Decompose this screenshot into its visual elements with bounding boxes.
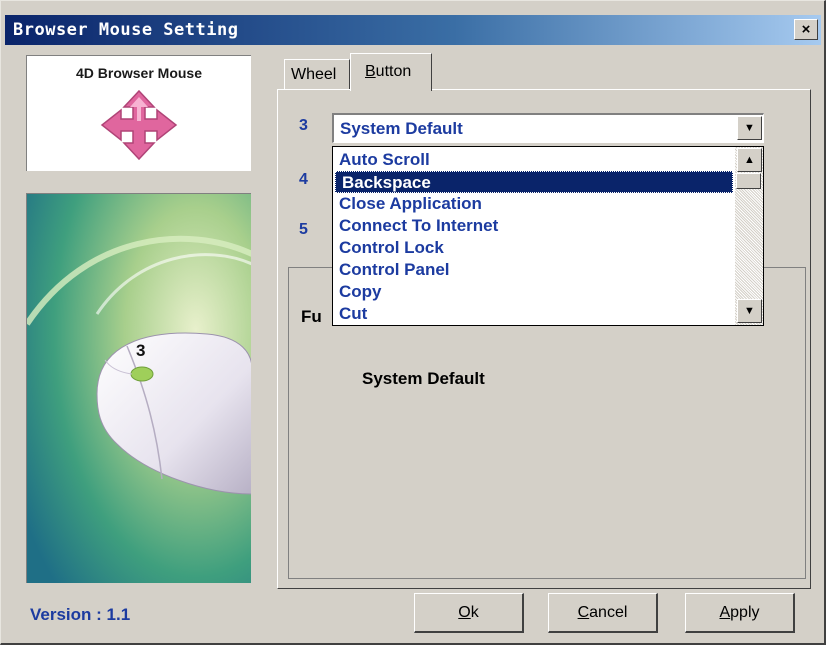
scroll-down-button[interactable]: ▼ <box>737 299 762 323</box>
scroll-up-button[interactable]: ▲ <box>737 148 762 172</box>
ok-button[interactable]: Ok <box>414 593 524 633</box>
dialog-window: Browser Mouse Setting × 4D Browser Mouse <box>0 0 826 645</box>
version-label: Version : 1.1 <box>30 605 131 624</box>
mouse-illustration: 3 <box>26 193 251 583</box>
chevron-up-icon: ▲ <box>744 154 755 166</box>
ok-label: k <box>470 603 479 621</box>
tab-wheel-label: Wheel <box>291 66 337 83</box>
four-way-arrow-icon <box>100 89 178 161</box>
list-item[interactable]: Copy <box>333 281 733 303</box>
list-scrollbar[interactable]: ▲ ▼ <box>735 147 763 325</box>
cancel-button[interactable]: Cancel <box>548 593 658 633</box>
combo-dropdown-button[interactable]: ▼ <box>737 116 762 140</box>
close-button[interactable]: × <box>794 19 818 40</box>
mouse-picture: 3 <box>27 194 251 583</box>
tab-button-label: utton <box>375 63 412 80</box>
window-title: Browser Mouse Setting <box>13 20 239 40</box>
scroll-thumb[interactable] <box>736 173 761 189</box>
title-bar[interactable]: Browser Mouse Setting × <box>5 15 821 45</box>
list-item-selected[interactable]: Backspace <box>335 171 733 193</box>
tab-button-mnemonic: B <box>365 63 376 80</box>
list-item[interactable]: Auto Scroll <box>333 149 733 171</box>
list-item[interactable]: Control Lock <box>333 237 733 259</box>
list-item[interactable]: Cut <box>333 303 733 325</box>
chevron-down-icon: ▼ <box>744 305 755 317</box>
function-value: System Default <box>362 369 485 388</box>
apply-mnemonic: A <box>719 603 731 621</box>
button-3-action-combo[interactable]: System Default ▼ <box>332 113 764 143</box>
logo-panel: 4D Browser Mouse <box>26 55 251 171</box>
list-item[interactable]: Close Application <box>333 193 733 215</box>
button-number-5: 5 <box>299 221 308 238</box>
tab-wheel[interactable]: Wheel <box>284 59 350 89</box>
mouse-button-number: 3 <box>136 341 145 360</box>
action-dropdown-list[interactable]: Auto Scroll Backspace Close Application … <box>332 146 764 326</box>
ok-mnemonic: O <box>458 603 471 621</box>
button-number-4: 4 <box>299 171 308 188</box>
close-icon: × <box>801 21 811 38</box>
combo-selected-value: System Default <box>340 119 463 138</box>
list-item[interactable]: Connect To Internet <box>333 215 733 237</box>
cancel-label: ancel <box>589 603 628 621</box>
cancel-mnemonic: C <box>577 603 590 621</box>
function-label: Fu <box>301 307 322 326</box>
tab-button[interactable]: Button <box>350 53 432 91</box>
chevron-down-icon: ▼ <box>744 122 755 134</box>
list-item[interactable]: Control Panel <box>333 259 733 281</box>
apply-label: pply <box>730 603 760 621</box>
apply-button[interactable]: Apply <box>685 593 795 633</box>
logo-text: 4D Browser Mouse <box>75 65 203 81</box>
button-number-3: 3 <box>299 117 308 134</box>
